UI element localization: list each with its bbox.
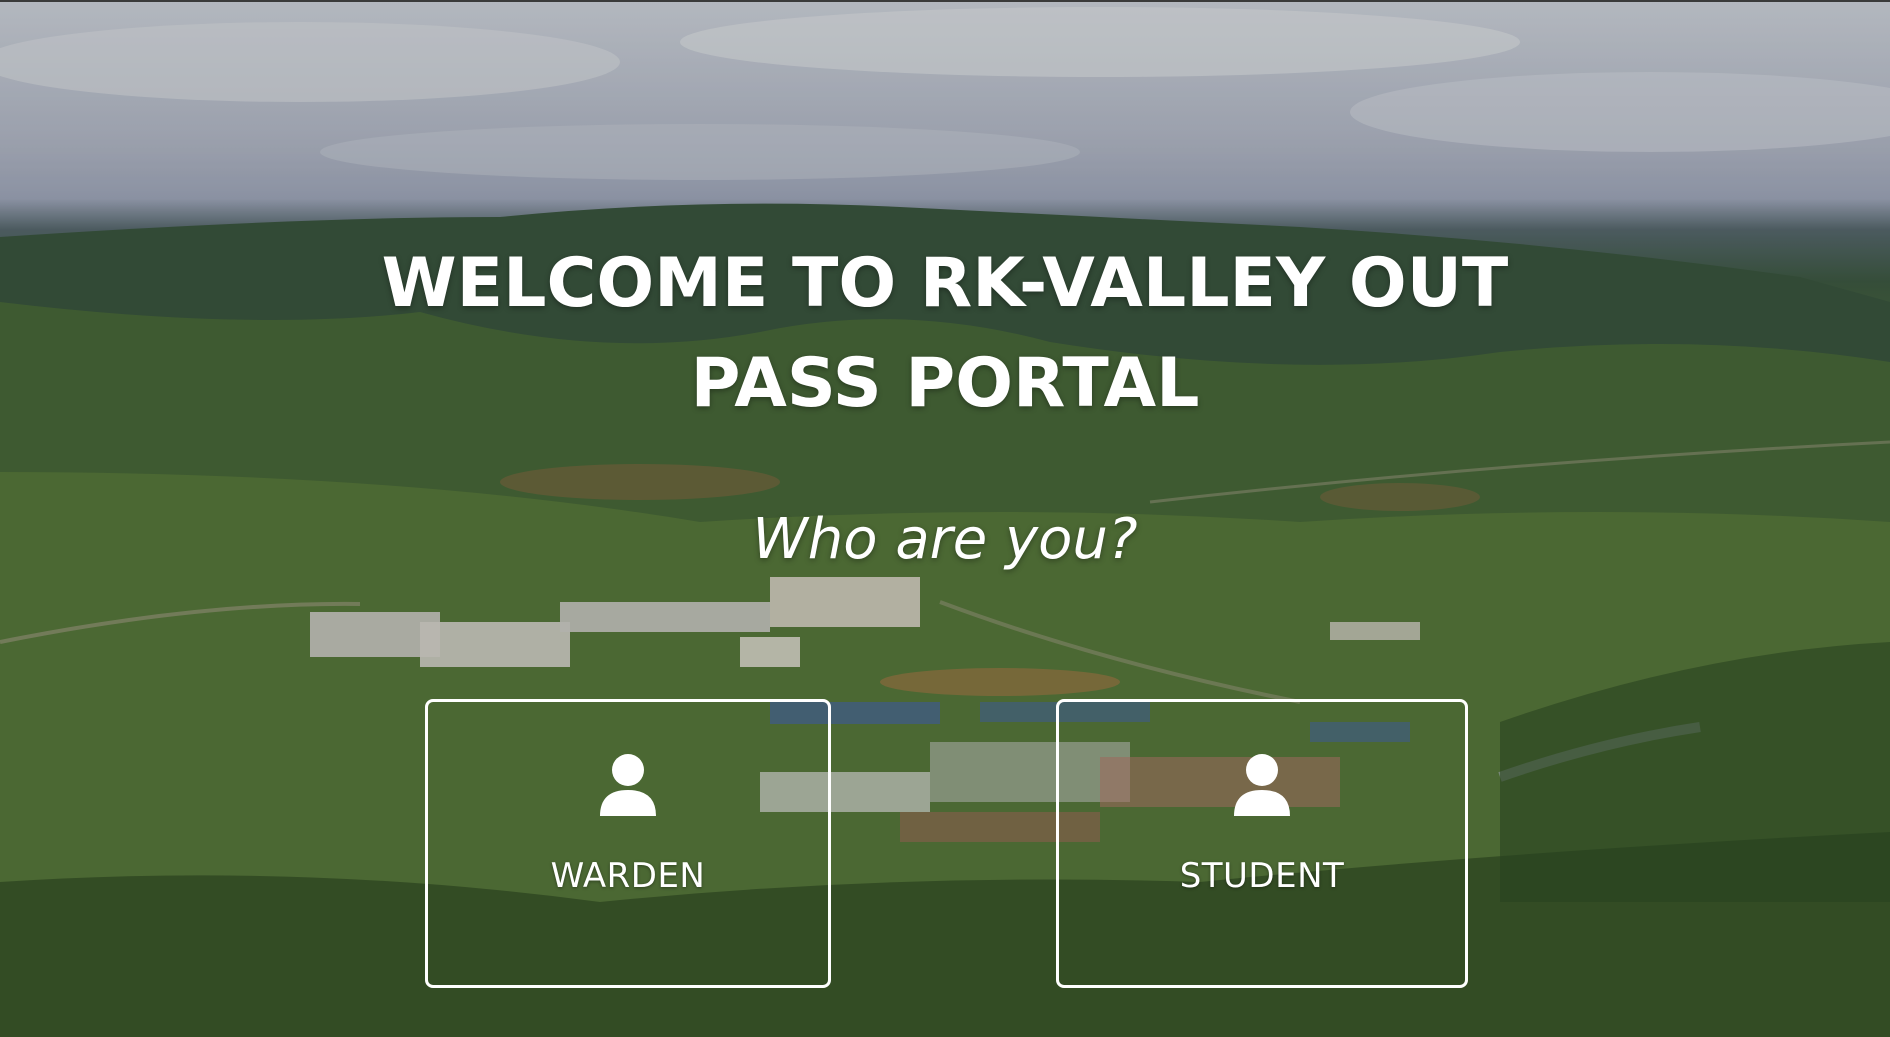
- welcome-header: WELCOME TO RK-VALLEY OUT PASS PORTAL: [0, 234, 1890, 434]
- user-icon: [1234, 754, 1290, 816]
- role-prompt: Who are you?: [752, 507, 1138, 572]
- warden-role-label: WARDEN: [550, 856, 706, 896]
- landing-page: WELCOME TO RK-VALLEY OUT PASS PORTAL Who…: [0, 0, 1890, 1037]
- page-title: WELCOME TO RK-VALLEY OUT PASS PORTAL: [381, 244, 1509, 423]
- student-role-label: STUDENT: [1179, 856, 1345, 896]
- user-icon: [600, 754, 656, 816]
- warden-role-button[interactable]: WARDEN: [425, 699, 831, 988]
- student-role-button[interactable]: STUDENT: [1056, 699, 1468, 988]
